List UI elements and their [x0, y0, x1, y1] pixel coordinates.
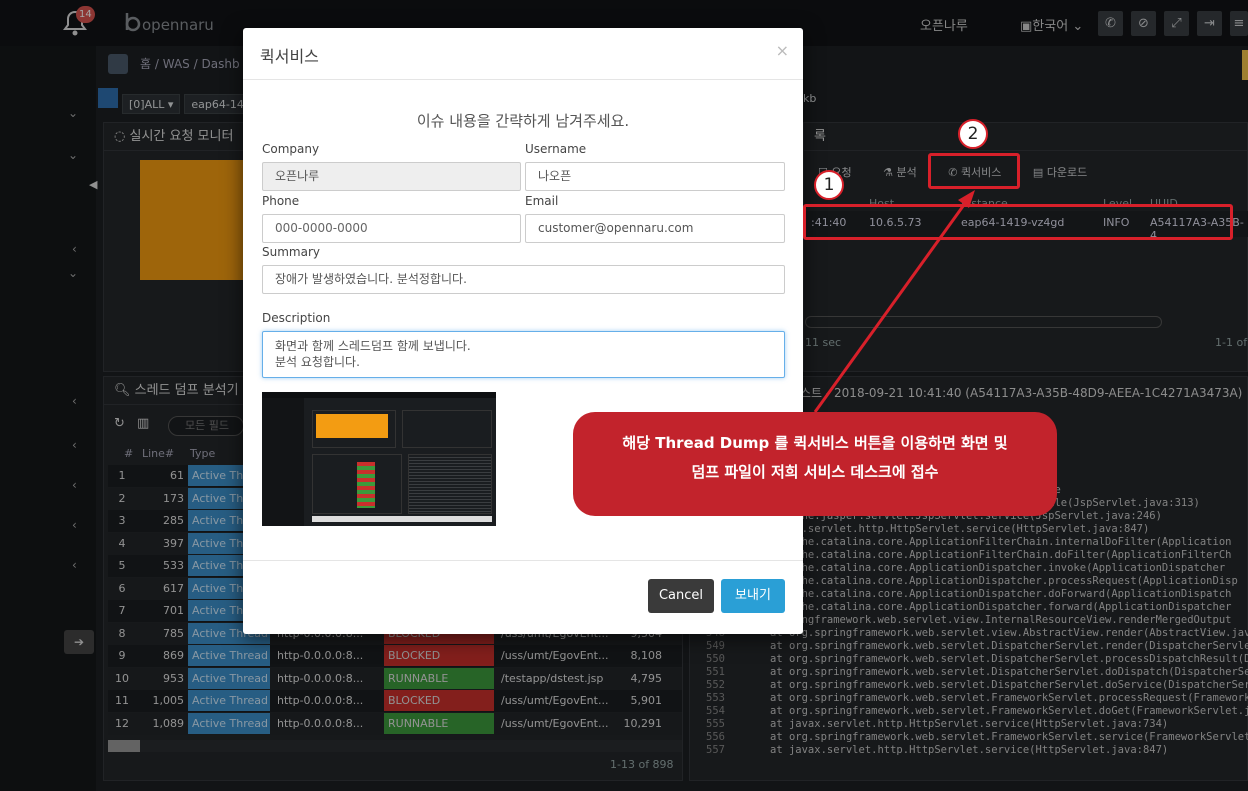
- callout-line: 덤프 파일이 저희 서비스 데스크에 접수: [691, 463, 939, 481]
- annotation-callout: 해당 Thread Dump 를 퀵서비스 버튼을 이용하면 화면 및 덤프 파…: [573, 412, 1057, 516]
- annotation-arrow: [813, 190, 975, 413]
- marker-1: 1: [814, 170, 844, 200]
- highlight-quick-service: [928, 153, 1020, 189]
- highlight-selected-row: [803, 204, 1233, 240]
- callout-line: 해당 Thread Dump 를 퀵서비스 버튼을 이용하면 화면 및: [622, 434, 1008, 452]
- marker-2: 2: [958, 119, 988, 149]
